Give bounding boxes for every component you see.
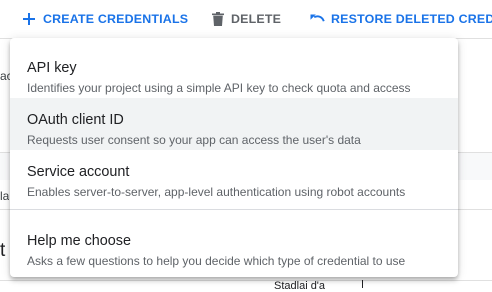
trash-icon [212,12,224,26]
text-cursor [362,280,363,288]
background-bottom-text: Stadlai d'a [274,280,326,292]
menu-item-title: OAuth client ID [27,112,124,128]
menu-item-description: Requests user consent so your app can ac… [27,133,361,147]
menu-item-title: Help me choose [27,233,131,249]
restore-deleted-credentials-button[interactable]: RESTORE DELETED CREDEN [310,0,492,38]
create-credentials-label: CREATE CREDENTIALS [43,12,189,26]
menu-item-help-me-choose[interactable]: Help me choose Asks a few questions to h… [10,219,458,271]
menu-item-api-key[interactable]: API key Identifies your project using a … [10,46,458,98]
background-text-fragment: la [0,189,10,203]
plus-icon [23,13,35,25]
menu-item-description: Enables server-to-server, app-level auth… [27,185,406,199]
create-credentials-button[interactable]: CREATE CREDENTIALS [23,0,188,38]
undo-icon [310,14,325,25]
menu-item-oauth-client-id[interactable]: OAuth client ID Requests user consent so… [10,98,458,150]
create-credentials-menu: API key Identifies your project using a … [10,38,458,277]
credentials-toolbar: CREATE CREDENTIALS DELETE RESTORE DELETE… [0,0,492,38]
menu-item-description: Identifies your project using a simple A… [27,81,411,95]
menu-item-title: Service account [27,164,130,180]
menu-item-description: Asks a few questions to help you decide … [27,254,406,268]
delete-label: DELETE [231,12,282,26]
menu-divider [10,209,458,210]
section-rule [0,280,492,281]
restore-deleted-credentials-label: RESTORE DELETED CREDEN [331,12,492,26]
menu-item-service-account[interactable]: Service account Enables server-to-server… [10,150,458,202]
menu-item-title: API key [27,60,77,76]
delete-button[interactable]: DELETE [212,0,281,38]
